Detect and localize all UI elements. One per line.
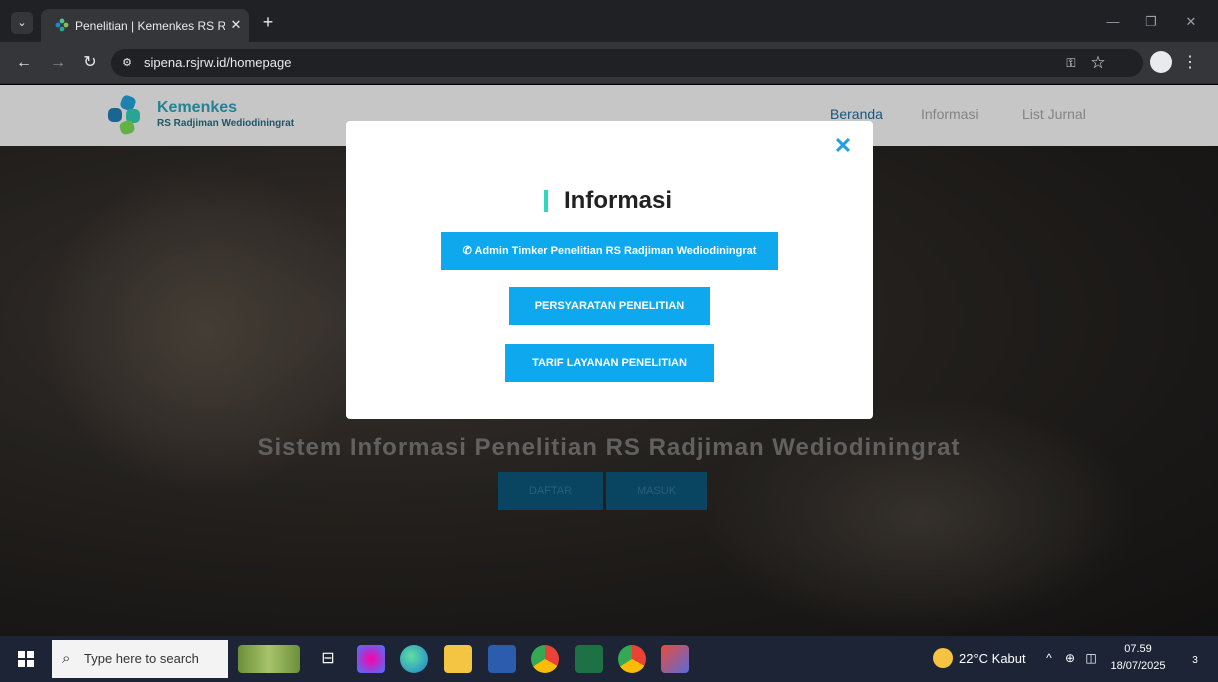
- copilot-icon[interactable]: [357, 645, 385, 673]
- tab-search-icon[interactable]: ⌄: [11, 12, 33, 34]
- menu-icon[interactable]: ⋮: [1180, 51, 1200, 75]
- tab-title: Penelitian | Kemenkes RS Radjim: [75, 19, 225, 33]
- close-icon[interactable]: ✕: [1179, 10, 1203, 34]
- windows-taskbar: ⌕ Type here to search ⊟ 22°C Kabut ^ ⊕ ◫…: [0, 636, 1218, 682]
- reload-icon[interactable]: ↻: [78, 51, 102, 75]
- browser-toolbar: ← → ↻ ⚙ sipena.rsjrw.id/homepage ⚿ ☆ ⋮: [0, 42, 1218, 84]
- admin-contact-label: Admin Timker Penelitian RS Radjiman Wedi…: [474, 245, 757, 257]
- search-highlight-icon[interactable]: [238, 645, 300, 673]
- modal-title: Informasi: [564, 187, 673, 214]
- network-icon[interactable]: ⊕: [1061, 649, 1079, 667]
- search-placeholder: Type here to search: [84, 651, 199, 666]
- clock-time[interactable]: 07.59: [1108, 641, 1168, 657]
- word-icon[interactable]: [488, 645, 516, 673]
- profile-icon[interactable]: [1150, 51, 1172, 73]
- site-info-icon[interactable]: ⚙: [119, 55, 135, 71]
- address-bar[interactable]: ⚙ sipena.rsjrw.id/homepage: [111, 49, 1143, 77]
- tariff-button[interactable]: TARIF LAYANAN PENELITIAN: [505, 344, 714, 382]
- modal-close-icon[interactable]: ✕: [833, 135, 853, 157]
- star-icon[interactable]: ☆: [1086, 51, 1110, 75]
- chevron-up-icon[interactable]: ^: [1040, 649, 1058, 667]
- notification-count: 3: [1192, 655, 1198, 666]
- browser-tab-strip: ⌄ Penelitian | Kemenkes RS Radjim ✕ + — …: [0, 0, 1218, 42]
- task-view-icon[interactable]: ⊟: [314, 645, 342, 673]
- minimize-icon[interactable]: —: [1101, 10, 1125, 34]
- kemenkes-favicon-icon: [55, 18, 69, 32]
- requirements-button[interactable]: PERSYARATAN PENELITIAN: [509, 287, 710, 325]
- url-text[interactable]: sipena.rsjrw.id/homepage: [144, 55, 544, 71]
- clock-date[interactable]: 18/07/2025: [1106, 658, 1170, 674]
- new-tab-button[interactable]: +: [257, 12, 279, 34]
- info-modal: ✕ Informasi ✆ Admin Timker Penelitian RS…: [346, 121, 873, 419]
- back-icon[interactable]: ←: [12, 51, 36, 75]
- search-icon: ⌕: [62, 650, 71, 667]
- chrome-icon[interactable]: [531, 645, 559, 673]
- edge-icon[interactable]: [400, 645, 428, 673]
- app-icon[interactable]: [661, 645, 689, 673]
- chrome-profile-icon[interactable]: [618, 645, 646, 673]
- browser-tab[interactable]: Penelitian | Kemenkes RS Radjim ✕: [41, 9, 249, 42]
- webpage: Kemenkes RS Radjiman Wediodiningrat Bera…: [0, 85, 1218, 636]
- file-explorer-icon[interactable]: [444, 645, 472, 673]
- taskbar-search-box[interactable]: ⌕ Type here to search: [52, 640, 228, 678]
- weather-icon[interactable]: [933, 648, 953, 668]
- notifications-icon[interactable]: 3: [1186, 649, 1204, 667]
- password-key-icon[interactable]: ⚿: [1060, 52, 1082, 74]
- forward-icon[interactable]: →: [46, 51, 70, 75]
- restore-icon[interactable]: ❐: [1139, 10, 1163, 34]
- admin-contact-button[interactable]: ✆ Admin Timker Penelitian RS Radjiman We…: [441, 232, 778, 270]
- tab-close-icon[interactable]: ✕: [227, 16, 245, 34]
- windows-start-icon[interactable]: [18, 651, 34, 667]
- excel-icon[interactable]: [575, 645, 603, 673]
- phone-icon: ✆: [462, 245, 475, 257]
- title-accent-bar: [544, 190, 548, 212]
- speaker-icon[interactable]: ◫: [1082, 649, 1100, 667]
